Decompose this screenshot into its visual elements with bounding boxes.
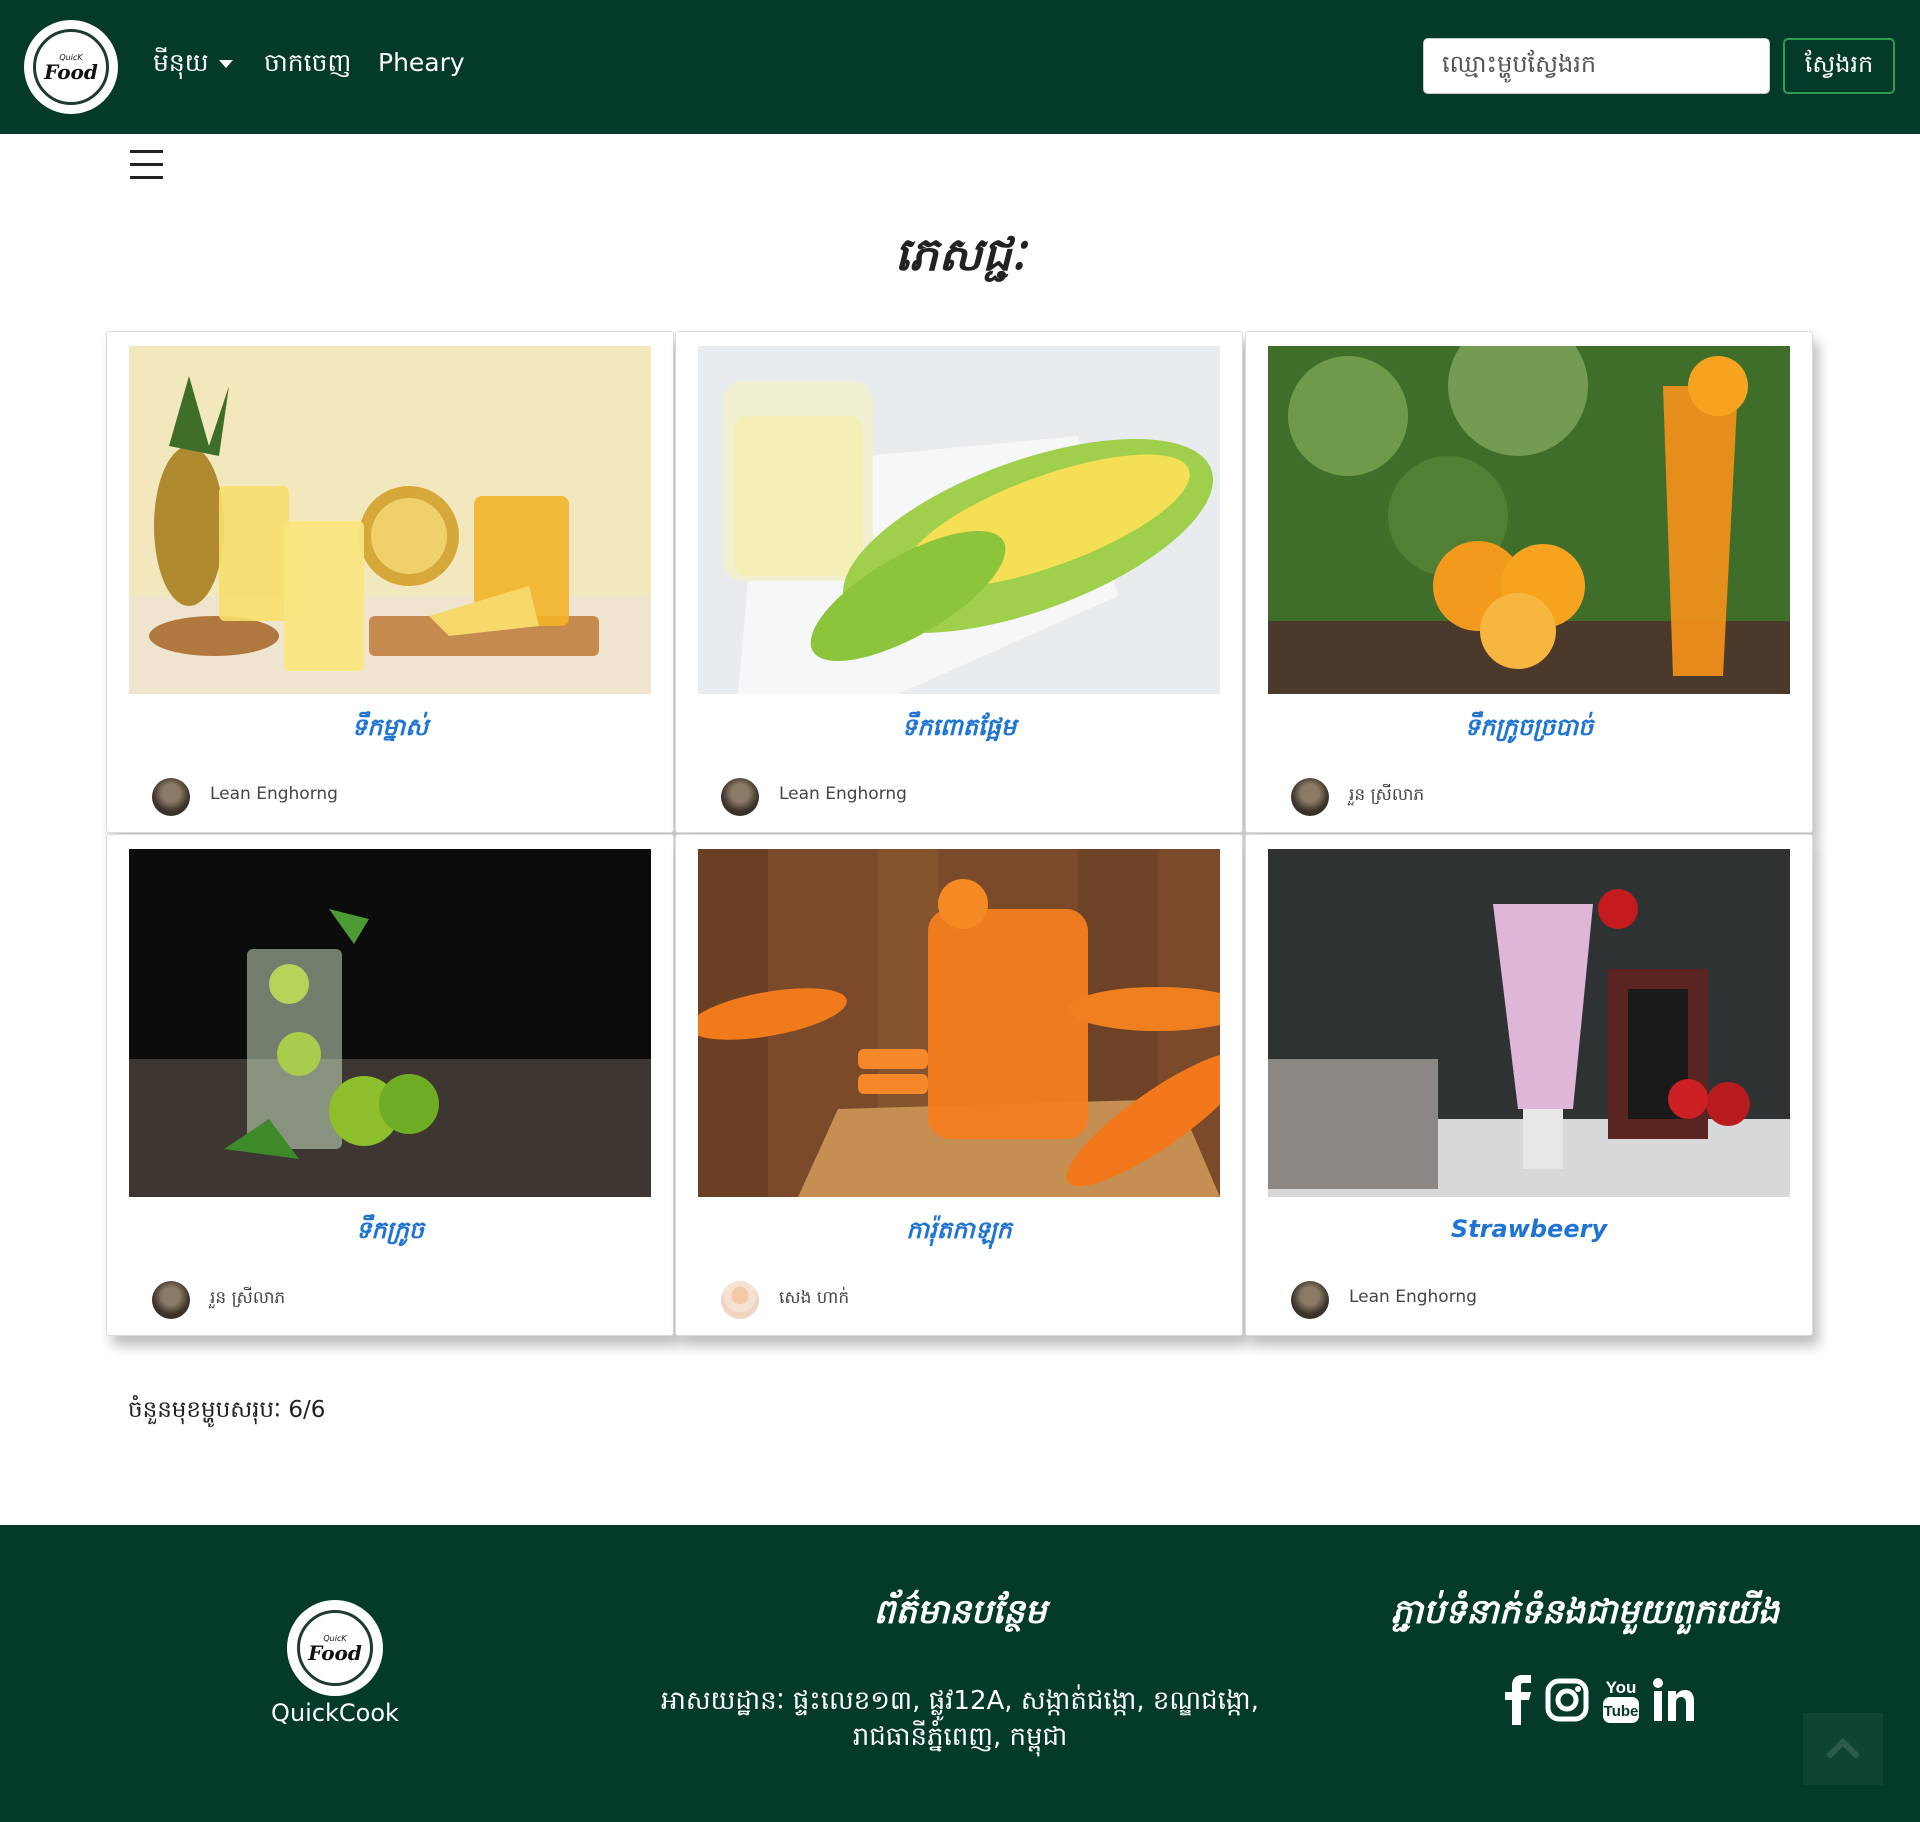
author-avatar [721,1281,759,1319]
author-avatar [1291,1281,1329,1319]
svg-text:You: You [1606,1678,1637,1697]
instagram-icon[interactable] [1545,1675,1589,1725]
linkedin-icon[interactable] [1652,1675,1696,1725]
facebook-icon[interactable] [1505,1675,1533,1725]
address-line-1: អាសយដ្ឋានៈ ផ្ទះលេខ១៣, ផ្លូវ12A, សង្កាត់ជ… [661,1686,1259,1716]
carrot-juice-image[interactable] [698,849,1220,1197]
address-line-2: រាជធានីភ្នំពេញ, កម្ពុជា [852,1722,1068,1752]
recipe-card[interactable]: Strawbeery Lean Enghorng [1245,834,1813,1336]
author-avatar [721,778,759,816]
pineapple-juice-image[interactable] [129,346,651,694]
author-avatar [152,778,190,816]
recipe-card[interactable]: ទឹកក្រូចច្របាច់ រួន ស្រីលាភ [1245,331,1813,833]
search-placeholder: ឈ្មោះម្ហូបស្វែងរក [1442,49,1597,78]
recipe-title[interactable]: Strawbeery [1246,1215,1812,1243]
caret-down-icon [218,60,233,68]
logo-main-text: Food [44,59,98,84]
lime-drink-image[interactable] [129,849,651,1197]
top-navbar: QuicK Food មីនុយ ចាកចេញ Pheary ឈ្មោះម្ហូ… [0,0,1920,134]
recipe-card[interactable]: ទឹកពោតផ្អែម Lean Enghorng [675,331,1243,833]
logout-link[interactable]: ចាកចេញ [264,46,351,80]
author-name: Lean Enghorng [210,784,338,804]
recipe-title[interactable]: ទឹកក្រូច [107,1215,673,1250]
recipe-card[interactable]: ការ៉ុតកាឡុក សេង ហាក់ [675,834,1243,1336]
footer-contact-heading: ភ្ជាប់ទំនាក់ទំនងជាមួយពួកយើង [1390,1592,1780,1632]
recipe-title[interactable]: ទឹកក្រូចច្របាច់ [1246,712,1812,747]
author-name: Lean Enghorng [779,784,907,804]
footer-info-heading: ព័ត៌មានបន្ថែម [873,1592,1047,1632]
recipe-title[interactable]: ការ៉ុតកាឡុក [676,1215,1242,1250]
total-count: ចំនួនមុខម្ហូបសរុបៈ 6/6 [128,1397,326,1423]
menu-dropdown[interactable]: មីនុយ [153,46,233,80]
author-name: រួន ស្រីលាភ [210,1288,286,1308]
svg-text:Tube: Tube [1604,1703,1639,1720]
footer-brand-name: QuickCook [271,1699,399,1727]
youtube-icon[interactable]: You Tube [1599,1675,1643,1725]
page-title: ភេសជ្ជៈ [894,227,1026,281]
hamburger-menu-icon[interactable] [130,146,166,182]
recipe-card[interactable]: ទឹកម្នាស់ Lean Enghorng [106,331,674,833]
author-avatar [152,1281,190,1319]
menu-label: មីនុយ [153,48,209,77]
recipe-title[interactable]: ទឹកម្នាស់ [107,712,673,747]
logo-main-text: Food [308,1640,362,1665]
search-input[interactable]: ឈ្មោះម្ហូបស្វែងរក [1423,38,1770,94]
recipe-title[interactable]: ទឹកពោតផ្អែម [676,712,1242,747]
author-name: Lean Enghorng [1349,1287,1477,1307]
author-name: រួន ស្រីលាភ [1349,785,1425,805]
footer: QuicK Food QuickCook ព័ត៌មានបន្ថែម អាសយដ… [0,1525,1920,1822]
site-logo[interactable]: QuicK Food [24,20,118,114]
orange-juice-image[interactable] [1268,346,1790,694]
footer-logo[interactable]: QuicK Food [287,1600,383,1696]
logo-ring: QuicK Food [33,29,109,105]
back-to-top-button[interactable] [1803,1713,1883,1785]
strawberry-smoothie-image[interactable] [1268,849,1790,1197]
recipe-card[interactable]: ទឹកក្រូច រួន ស្រីលាភ [106,834,674,1336]
user-name-link[interactable]: Pheary [378,46,465,80]
corn-milk-image[interactable] [698,346,1220,694]
footer-logo-ring: QuicK Food [297,1610,373,1686]
chevron-up-icon [1827,1737,1859,1758]
search-button[interactable]: ស្វែងរក [1783,38,1895,94]
footer-address: អាសយដ្ឋានៈ ផ្ទះលេខ១៣, ផ្លូវ12A, សង្កាត់ជ… [640,1683,1280,1755]
author-name: សេង ហាក់ [779,1288,850,1308]
author-avatar [1291,778,1329,816]
